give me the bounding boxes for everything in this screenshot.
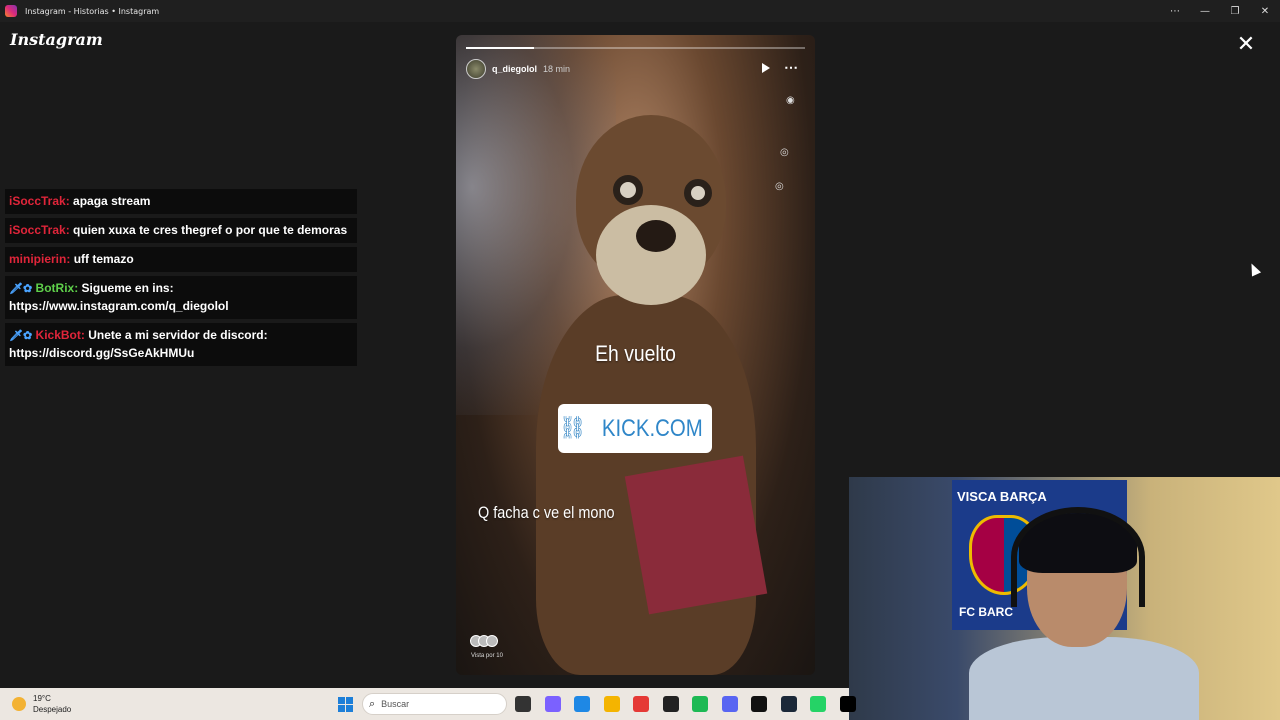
window-titlebar: Instagram - Historias • Instagram ⋯ — ❐ … xyxy=(0,0,1280,22)
chat-username: KickBot: xyxy=(35,328,85,342)
chat-text: quien xuxa te cres thegref o por que te … xyxy=(73,223,348,237)
mouse-cursor-icon xyxy=(1246,261,1262,277)
spotify-icon[interactable] xyxy=(692,696,708,712)
red-seat xyxy=(624,455,768,615)
monkey-nose xyxy=(636,220,676,252)
chat-message: iSoccTrak: apaga stream xyxy=(5,189,357,214)
chat-message: 🗡✿ BotRix: Sigueme en ins: https://www.i… xyxy=(5,276,357,319)
chat-message: iSoccTrak: quien xuxa te cres thegref o … xyxy=(5,218,357,243)
copilot-icon[interactable] xyxy=(544,696,561,712)
start-tile xyxy=(338,697,345,704)
story-header: q_diegolol 18 min ⋯ xyxy=(466,57,805,81)
chat-message: 🗡✿ KickBot: Unete a mi servidor de disco… xyxy=(5,323,357,366)
stream-chat-overlay: iSoccTrak: apaga stream iSoccTrak: quien… xyxy=(5,189,357,370)
taskbar-search[interactable]: ⌕ Buscar xyxy=(362,693,507,715)
obs-icon[interactable] xyxy=(662,696,679,712)
story-time: 18 min xyxy=(543,64,571,74)
webcam-overlay: VISCA BARÇA FC BARC xyxy=(849,477,1280,720)
start-tile xyxy=(346,705,353,712)
camera-lens-icon: ◎ xyxy=(780,147,789,158)
camera-lens-icon: ◉ xyxy=(786,95,795,106)
restore-button[interactable]: ❐ xyxy=(1220,0,1250,22)
chat-username: iSoccTrak: xyxy=(9,194,70,208)
start-tile xyxy=(346,697,353,704)
task-view-icon[interactable] xyxy=(515,696,531,712)
start-tile xyxy=(338,705,345,712)
chat-username: minipierin: xyxy=(9,252,71,266)
windows-taskbar: 19°C Despejado ⌕ Buscar xyxy=(0,688,856,720)
window-controls: ⋯ — ❐ ✕ xyxy=(1160,0,1280,22)
monkey-eye-right xyxy=(684,179,712,207)
streamer-shirt xyxy=(969,637,1199,720)
flag-text-bottom: FC BARC xyxy=(959,605,1013,619)
opera-icon[interactable] xyxy=(633,696,649,712)
play-icon[interactable] xyxy=(762,63,770,73)
camera-lens-icon: ◎ xyxy=(775,181,784,192)
chat-message: minipierin: uff temazo xyxy=(5,247,357,272)
minimize-button[interactable]: — xyxy=(1190,0,1220,22)
search-icon: ⌕ xyxy=(369,697,376,710)
chat-username: BotRix: xyxy=(35,281,79,295)
story-progress-bar xyxy=(466,47,805,49)
monkey-eye-left xyxy=(613,175,643,205)
weather-moon-icon[interactable] xyxy=(12,697,26,711)
story-caption-bottom: Q facha c ve el mono xyxy=(478,503,615,522)
instagram-logo[interactable]: Instagram xyxy=(10,30,103,49)
user-avatar[interactable] xyxy=(466,59,486,79)
whatsapp-icon[interactable] xyxy=(810,696,826,712)
file-explorer-icon[interactable] xyxy=(603,696,620,712)
tiktok-icon[interactable] xyxy=(839,696,856,712)
steam-icon[interactable] xyxy=(780,696,797,712)
story-viewer[interactable]: q_diegolol 18 min ⋯ ◉ ◎ ◎ Eh vuelto ⛓ KI… xyxy=(456,35,815,675)
weather-description[interactable]: Despejado xyxy=(33,705,71,714)
chat-text: apaga stream xyxy=(73,194,151,208)
headset-icon xyxy=(1011,507,1145,607)
more-options-icon[interactable]: ⋯ xyxy=(784,59,799,76)
viewed-by-count[interactable]: Vista por 10 xyxy=(471,653,503,659)
link-sticker[interactable]: ⛓ KICK.COM xyxy=(558,404,712,453)
story-caption-top: Eh vuelto xyxy=(595,341,676,366)
bot-badge-icons: 🗡✿ xyxy=(9,330,33,342)
search-placeholder: Buscar xyxy=(381,699,410,709)
more-options-button[interactable]: ⋯ xyxy=(1160,0,1190,22)
epic-games-icon[interactable] xyxy=(751,696,767,712)
story-progress-fill xyxy=(466,47,534,49)
instagram-app-icon xyxy=(5,5,17,17)
store-icon[interactable] xyxy=(574,696,590,712)
close-story-button[interactable]: ✕ xyxy=(1234,34,1258,58)
weather-temperature[interactable]: 19°C xyxy=(33,694,51,703)
chat-username: iSoccTrak: xyxy=(9,223,70,237)
discord-icon[interactable] xyxy=(721,696,738,712)
window-title: Instagram - Historias • Instagram xyxy=(25,6,160,16)
link-sticker-text: KICK.COM xyxy=(601,414,703,442)
link-icon: ⛓ xyxy=(558,416,587,441)
close-window-button[interactable]: ✕ xyxy=(1250,0,1280,22)
chat-text: uff temazo xyxy=(73,252,134,266)
start-button[interactable] xyxy=(338,697,353,712)
viewer-avatars[interactable] xyxy=(470,635,498,647)
story-username[interactable]: q_diegolol xyxy=(492,64,537,74)
bot-badge-icons: 🗡✿ xyxy=(9,283,33,295)
viewer-avatar xyxy=(486,635,498,647)
flag-text: VISCA BARÇA xyxy=(957,489,1047,504)
